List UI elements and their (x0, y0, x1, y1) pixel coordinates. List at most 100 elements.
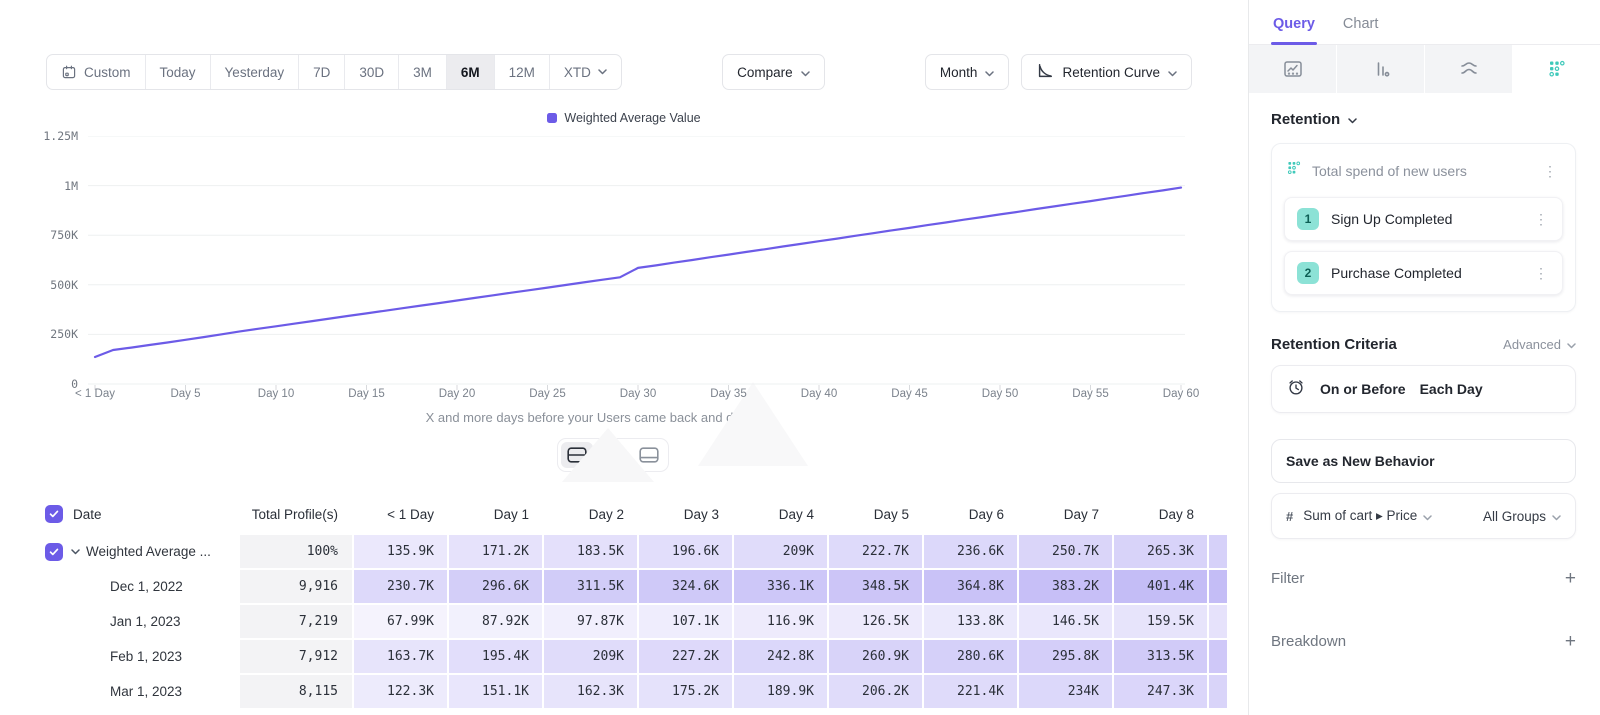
tab-query[interactable]: Query (1273, 16, 1315, 44)
behavior-steps: 1Sign Up Completed⋮ 2Purchase Completed⋮ (1284, 197, 1563, 295)
kebab-menu-icon[interactable]: ⋮ (1530, 210, 1552, 228)
table-row: Weighted Average ...100%135.9K171.2K183.… (30, 535, 1248, 568)
bar-chart-icon[interactable] (1337, 45, 1425, 93)
retention-icon[interactable] (1513, 45, 1600, 93)
behavior-step[interactable]: 1Sign Up Completed⋮ (1284, 197, 1563, 241)
retention-value-cell: 209K (544, 640, 637, 673)
x-axis-tick: < 1 Day (50, 388, 140, 400)
retention-value-cell: 227.2K (639, 640, 732, 673)
profiles-cell: 8,115 (240, 675, 352, 708)
sidebar-tabs: Query Chart (1249, 0, 1600, 45)
retention-table: DateTotal Profile(s)< 1 DayDay 1Day 2Day… (30, 496, 1248, 708)
retention-section-header[interactable]: Retention (1271, 111, 1576, 128)
advanced-label: Advanced (1503, 337, 1561, 352)
range-3m[interactable]: 3M (399, 55, 447, 89)
clipped-day-cell (1209, 570, 1227, 603)
groups-dropdown[interactable]: All Groups (1483, 509, 1561, 524)
range-xtd[interactable]: XTD (550, 55, 621, 89)
profiles-cell: 9,916 (240, 570, 352, 603)
y-axis-tick: 750K (0, 228, 78, 242)
legend-swatch (547, 113, 557, 123)
retention-value-cell: 280.6K (924, 640, 1017, 673)
compare-button[interactable]: Compare (722, 54, 825, 90)
day-column-header: Day 7 (1019, 496, 1112, 532)
x-axis-tick: Day 55 (1046, 388, 1136, 400)
clipped-day-cell (1209, 640, 1227, 673)
profiles-column-header: Total Profile(s) (240, 496, 352, 532)
flows-icon[interactable] (1425, 45, 1513, 93)
retention-chart: Weighted Average Value 0250K500K750K1M1.… (0, 110, 1248, 425)
breakdown-section: Breakdown + (1271, 632, 1576, 651)
retention-value-cell: 163.7K (354, 640, 447, 673)
add-breakdown-button[interactable]: + (1565, 632, 1576, 651)
date-column-header: Date (73, 507, 102, 522)
range-custom[interactable]: Custom (47, 55, 146, 89)
line-chart-icon[interactable] (1249, 45, 1337, 93)
profiles-cell: 100% (240, 535, 352, 568)
retention-value-cell: 162.3K (544, 675, 637, 708)
advanced-dropdown[interactable]: Advanced (1503, 337, 1576, 352)
tab-chart[interactable]: Chart (1343, 16, 1378, 44)
chart-type-dropdown[interactable]: Retention Curve (1021, 54, 1192, 90)
calendar-icon (61, 64, 77, 80)
save-as-new-behavior-button[interactable]: Save as New Behavior (1271, 439, 1576, 483)
range-7d[interactable]: 7D (299, 55, 345, 89)
step-number-badge: 2 (1297, 262, 1319, 284)
profiles-cell: 7,912 (240, 640, 352, 673)
x-axis-tick: Day 35 (684, 388, 774, 400)
retention-value-cell: 364.8K (924, 570, 1017, 603)
day-column-header: Day 1 (449, 496, 542, 532)
clipped-day-cell (1209, 605, 1227, 638)
retention-value-cell: 67.99K (354, 605, 447, 638)
table-row: Jan 1, 20237,21967.99K87.92K97.87K107.1K… (30, 605, 1248, 638)
day-column-header: Day 6 (924, 496, 1017, 532)
retention-value-cell: 296.6K (449, 570, 542, 603)
y-axis-tick: 500K (0, 278, 78, 292)
table-header-row: DateTotal Profile(s)< 1 DayDay 1Day 2Day… (30, 496, 1248, 532)
kebab-menu-icon[interactable]: ⋮ (1539, 162, 1561, 180)
retention-value-cell: 247.3K (1114, 675, 1207, 708)
y-axis-tick: 1.25M (0, 129, 78, 143)
x-axis-tick: Day 50 (955, 388, 1045, 400)
range-12m[interactable]: 12M (495, 55, 550, 89)
retention-value-cell: 221.4K (924, 675, 1017, 708)
range-6m[interactable]: 6M (447, 55, 495, 89)
table-row: Feb 1, 20237,912163.7K195.4K209K227.2K24… (30, 640, 1248, 673)
toolbar: CustomTodayYesterday7D30D3M6M12MXTD Comp… (46, 54, 1192, 90)
condition-window[interactable]: Each Day (1420, 381, 1483, 397)
retention-value-cell: 87.92K (449, 605, 542, 638)
retention-value-cell: 122.3K (354, 675, 447, 708)
table-row: Dec 1, 20229,916230.7K296.6K311.5K324.6K… (30, 570, 1248, 603)
row-checkbox[interactable] (45, 505, 63, 523)
retention-value-cell: 135.9K (354, 535, 447, 568)
day-column-header: Day 4 (734, 496, 827, 532)
chart-caption: X and more days before your Users came b… (0, 410, 1185, 425)
range-yesterday[interactable]: Yesterday (211, 55, 300, 89)
profiles-cell: 7,219 (240, 605, 352, 638)
behavior-step[interactable]: 2Purchase Completed⋮ (1284, 251, 1563, 295)
retention-value-cell: 242.8K (734, 640, 827, 673)
row-checkbox[interactable] (45, 543, 63, 561)
x-axis-tick: Day 40 (774, 388, 864, 400)
x-axis-tick: Day 15 (322, 388, 412, 400)
retention-value-cell: 295.8K (1019, 640, 1112, 673)
retention-value-cell: 107.1K (639, 605, 732, 638)
measure-property-dropdown[interactable]: Sum of cart ▸ Price (1303, 508, 1432, 524)
retention-value-cell: 265.3K (1114, 535, 1207, 568)
expand-chevron-icon[interactable] (71, 549, 80, 555)
chart-type-selector (1249, 45, 1600, 93)
retention-value-cell: 196.6K (639, 535, 732, 568)
retention-condition-card[interactable]: On or Before Each Day (1271, 365, 1576, 413)
range-today[interactable]: Today (146, 55, 211, 89)
retention-value-cell: 126.5K (829, 605, 922, 638)
add-filter-button[interactable]: + (1565, 569, 1576, 588)
retention-value-cell: 236.6K (924, 535, 1017, 568)
number-type-icon: # (1286, 509, 1293, 524)
condition-label[interactable]: On or Before (1320, 381, 1406, 397)
kebab-menu-icon[interactable]: ⋮ (1530, 264, 1552, 282)
clipped-day-cell (1209, 675, 1227, 708)
retention-value-cell: 311.5K (544, 570, 637, 603)
retention-value-cell: 195.4K (449, 640, 542, 673)
range-30d[interactable]: 30D (345, 55, 399, 89)
granularity-dropdown[interactable]: Month (925, 54, 1010, 90)
